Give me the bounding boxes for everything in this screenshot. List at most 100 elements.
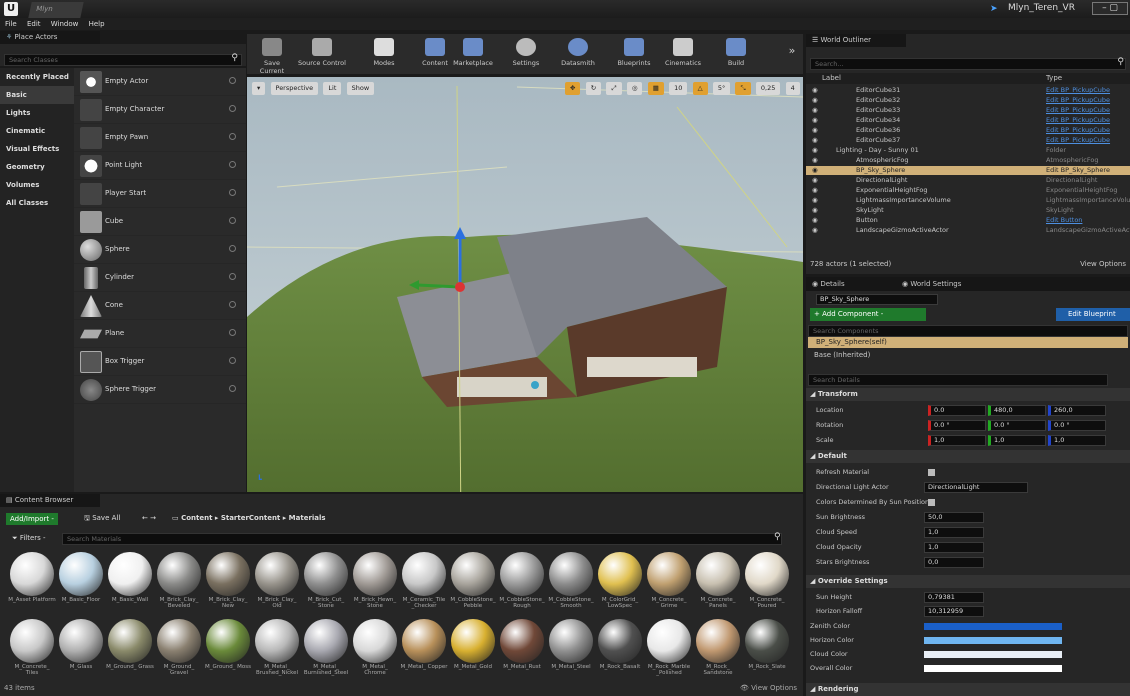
material-thumbnail[interactable] [10, 552, 54, 596]
outliner-row-type[interactable]: Edit BP_PickupCube [1046, 106, 1110, 115]
search-components-input[interactable]: Search Components [808, 325, 1128, 337]
material-thumbnail[interactable] [206, 619, 250, 663]
material-thumbnail[interactable] [353, 552, 397, 596]
marketplace-button[interactable]: Marketplace [451, 36, 495, 72]
material-thumbnail[interactable] [157, 619, 201, 663]
visibility-eye-icon[interactable]: ◉ [812, 96, 818, 105]
outliner-row[interactable]: ◉ LightmassImportanceVolume LightmassImpor… [806, 196, 1130, 205]
camera-speed-value[interactable]: 4 [785, 82, 800, 95]
filters-button[interactable]: ⏷ Filters - [12, 534, 46, 543]
category-visual-effects[interactable]: Visual Effects [0, 140, 74, 158]
place-item-point-light[interactable]: Point Light [74, 152, 246, 180]
menu-help[interactable]: Help [89, 18, 105, 30]
rotation-snap-icon[interactable]: △ [692, 82, 708, 95]
outliner-row[interactable]: ◉ DirectionalLight DirectionalLight [806, 176, 1130, 185]
material-thumbnail[interactable] [157, 552, 201, 596]
outliner-search-input[interactable]: Search... [810, 58, 1126, 70]
place-item-empty-actor[interactable]: Empty Actor [74, 68, 246, 96]
colors-sun-checkbox[interactable] [928, 499, 935, 506]
perspective-button[interactable]: Perspective [270, 82, 319, 95]
scale-y[interactable]: 1,0 [988, 435, 1046, 446]
cloud-opacity-input[interactable]: 1,0 [924, 542, 984, 553]
material-thumbnail[interactable] [10, 619, 54, 663]
grid-snap-icon[interactable]: ▦ [647, 82, 664, 95]
level-tab[interactable]: Mlyn [28, 2, 84, 18]
unreal-logo-icon[interactable]: U [4, 2, 18, 16]
modes-button[interactable]: Modes [367, 36, 401, 72]
breadcrumb-materials[interactable]: Materials [289, 514, 326, 522]
search-materials-input[interactable]: Search Materials [62, 533, 782, 545]
outliner-view-options[interactable]: View Options [1080, 260, 1126, 268]
col-type[interactable]: Type [1046, 74, 1062, 82]
material-thumbnail[interactable] [598, 619, 642, 663]
rotation-z[interactable]: 0.0 ° [1048, 420, 1106, 431]
transform-section[interactable]: ◢ Transform [806, 388, 1130, 401]
outliner-row-type[interactable]: Edit BP_Sky_Sphere [1046, 166, 1110, 175]
scale-snap-value[interactable]: 0,25 [755, 82, 781, 95]
material-thumbnail[interactable] [304, 619, 348, 663]
category-basic[interactable]: Basic [0, 86, 74, 104]
location-y[interactable]: 480,0 [988, 405, 1046, 416]
scale-x[interactable]: 1,0 [928, 435, 986, 446]
translate-icon[interactable]: ✥ [565, 82, 581, 95]
overall-color-swatch[interactable] [924, 665, 1062, 672]
place-item-box-trigger[interactable]: Box Trigger [74, 348, 246, 376]
actor-name-field[interactable]: BP_Sky_Sphere [816, 294, 938, 305]
location-z[interactable]: 260,0 [1048, 405, 1106, 416]
level-viewport[interactable]: ▾ Perspective Lit Show ✥ ↻ ⤢ ◎ ▦ 10 △ 5°… [247, 77, 803, 492]
material-thumbnail[interactable] [647, 619, 691, 663]
horizon-color-swatch[interactable] [924, 637, 1062, 644]
material-thumbnail[interactable] [255, 619, 299, 663]
outliner-row[interactable]: ◉ EditorCube34 Edit BP_PickupCube [806, 116, 1130, 125]
category-recently-placed[interactable]: Recently Placed [0, 68, 74, 86]
search-details-input[interactable]: Search Details [808, 374, 1108, 386]
info-icon[interactable] [229, 105, 236, 112]
visibility-eye-icon[interactable]: ◉ [812, 216, 818, 225]
info-icon[interactable] [229, 357, 236, 364]
lit-button[interactable]: Lit [323, 82, 342, 95]
add-component-button[interactable]: + Add Component - [810, 308, 926, 321]
world-settings-tab[interactable]: ◉ World Settings [902, 280, 961, 288]
content-button[interactable]: Content [419, 36, 451, 72]
refresh-checkbox[interactable] [928, 469, 935, 476]
menu-window[interactable]: Window [51, 18, 79, 30]
place-item-cone[interactable]: Cone [74, 292, 246, 320]
material-thumbnail[interactable] [549, 552, 593, 596]
world-icon[interactable]: ◎ [626, 82, 643, 95]
material-thumbnail[interactable] [255, 552, 299, 596]
info-icon[interactable] [229, 161, 236, 168]
scale-snap-icon[interactable]: ⤡ [735, 82, 751, 95]
info-icon[interactable] [229, 245, 236, 252]
outliner-row[interactable]: ◉ EditorCube37 Edit BP_PickupCube [806, 136, 1130, 145]
material-thumbnail[interactable] [353, 619, 397, 663]
outliner-row[interactable]: ◉ EditorCube33 Edit BP_PickupCube [806, 106, 1130, 115]
rotate-icon[interactable]: ↻ [585, 82, 602, 95]
visibility-eye-icon[interactable]: ◉ [812, 186, 818, 195]
visibility-eye-icon[interactable]: ◉ [812, 166, 818, 175]
visibility-eye-icon[interactable]: ◉ [812, 146, 818, 155]
place-item-empty-character[interactable]: Empty Character [74, 96, 246, 124]
datasmith-button[interactable]: Datasmith [559, 36, 597, 72]
settings-button[interactable]: Settings [509, 36, 543, 72]
visibility-eye-icon[interactable]: ◉ [812, 196, 818, 205]
visibility-eye-icon[interactable]: ◉ [812, 116, 818, 125]
outliner-row[interactable]: ◉ EditorCube36 Edit BP_PickupCube [806, 126, 1130, 135]
info-icon[interactable] [229, 217, 236, 224]
cloud-color-swatch[interactable] [924, 651, 1062, 658]
source-control-button[interactable]: Source Control [297, 36, 347, 72]
place-item-plane[interactable]: Plane [74, 320, 246, 348]
category-cinematic[interactable]: Cinematic [0, 122, 74, 140]
info-icon[interactable] [229, 301, 236, 308]
content-view-options[interactable]: 👁 View Options [740, 684, 797, 692]
place-item-player-start[interactable]: Player Start [74, 180, 246, 208]
rotation-snap-value[interactable]: 5° [712, 82, 731, 95]
info-icon[interactable] [229, 273, 236, 280]
menu-file[interactable]: File [5, 18, 17, 30]
visibility-eye-icon[interactable]: ◉ [812, 126, 818, 135]
override-settings-section[interactable]: ◢ Override Settings [806, 575, 1130, 588]
scale-z[interactable]: 1,0 [1048, 435, 1106, 446]
outliner-row-type[interactable]: Edit BP_PickupCube [1046, 126, 1110, 135]
visibility-eye-icon[interactable]: ◉ [812, 136, 818, 145]
material-thumbnail[interactable] [745, 619, 789, 663]
outliner-row-type[interactable]: Edit BP_PickupCube [1046, 116, 1110, 125]
